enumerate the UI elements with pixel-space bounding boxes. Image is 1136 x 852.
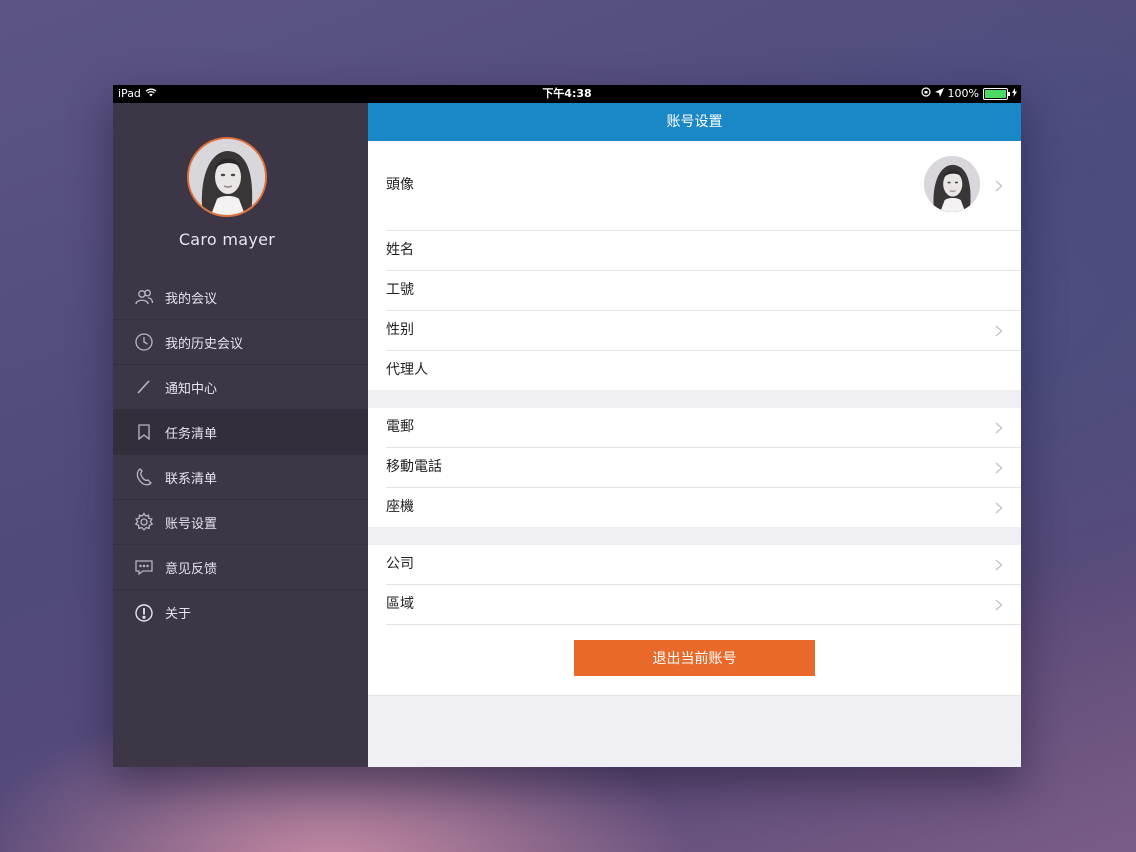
settings-section-profile: 頭像 姓名 工號 性别 代理人 bbox=[368, 141, 1021, 390]
chevron-right-icon bbox=[995, 421, 1003, 434]
battery-fill bbox=[985, 90, 1006, 98]
sidebar-item-label: 关于 bbox=[165, 607, 192, 622]
chevron-right-icon bbox=[995, 501, 1003, 514]
info-icon bbox=[134, 603, 154, 623]
sidebar-item-label: 联系清单 bbox=[165, 471, 218, 487]
row-email[interactable]: 電郵 bbox=[386, 408, 1021, 448]
row-label: 公司 bbox=[386, 556, 414, 572]
logout-area: 退出当前账号 bbox=[368, 625, 1021, 696]
chevron-right-icon bbox=[995, 461, 1003, 474]
sidebar-item-contacts[interactable]: 联系清单 bbox=[113, 455, 368, 500]
main-panel: 账号设置 頭像 姓名 工號 性别 代理人 電郵 移動電話 座機 公司 區域 退出… bbox=[368, 103, 1021, 767]
row-label: 移動電話 bbox=[386, 459, 442, 475]
status-right: 100% bbox=[920, 85, 1017, 103]
row-name[interactable]: 姓名 bbox=[386, 231, 1021, 271]
sidebar-item-label: 意见反馈 bbox=[165, 561, 218, 577]
row-agent[interactable]: 代理人 bbox=[386, 351, 1021, 390]
sidebar-item-label: 我的历史会议 bbox=[165, 336, 244, 352]
sidebar-item-label: 我的会议 bbox=[165, 291, 218, 307]
wifi-icon bbox=[145, 85, 157, 103]
sidebar-item-notifications[interactable]: 通知中心 bbox=[113, 365, 368, 410]
page-title: 账号设置 bbox=[368, 103, 1021, 141]
phone-icon bbox=[134, 467, 154, 487]
sidebar: Caro mayer 我的会议 我的历史会议 通知中心 任务清单 联系清单 账号… bbox=[113, 103, 368, 767]
sidebar-item-history-meetings[interactable]: 我的历史会议 bbox=[113, 320, 368, 365]
row-label: 工號 bbox=[386, 282, 414, 298]
row-label: 區域 bbox=[386, 596, 414, 612]
charging-bolt-icon bbox=[1012, 85, 1017, 103]
row-landline[interactable]: 座機 bbox=[386, 488, 1021, 527]
sidebar-item-task-list[interactable]: 任务清单 bbox=[113, 410, 368, 455]
sidebar-item-label: 账号设置 bbox=[165, 516, 218, 532]
row-label: 電郵 bbox=[386, 419, 414, 435]
clock-icon bbox=[134, 332, 154, 352]
device-name: iPad bbox=[118, 87, 141, 100]
bookmark-icon bbox=[134, 422, 154, 442]
section-divider bbox=[368, 527, 1021, 545]
sidebar-item-about[interactable]: 关于 bbox=[113, 590, 368, 635]
row-label: 代理人 bbox=[386, 362, 428, 378]
sidebar-item-label: 任务清单 bbox=[165, 426, 218, 442]
sidebar-item-my-meetings[interactable]: 我的会议 bbox=[113, 275, 368, 320]
battery-icon bbox=[983, 88, 1010, 100]
row-label: 座機 bbox=[386, 499, 414, 515]
chevron-right-icon bbox=[995, 598, 1003, 611]
chevron-right-icon bbox=[995, 324, 1003, 337]
row-gender[interactable]: 性别 bbox=[386, 311, 1021, 351]
status-time: 下午4:38 bbox=[542, 87, 592, 100]
profile-avatar[interactable] bbox=[187, 137, 267, 217]
row-label: 姓名 bbox=[386, 242, 414, 258]
row-label: 性别 bbox=[386, 322, 414, 338]
section-divider bbox=[368, 390, 1021, 408]
logout-button[interactable]: 退出当前账号 bbox=[574, 640, 815, 676]
row-avatar-image bbox=[924, 156, 980, 212]
row-mobile-phone[interactable]: 移動電話 bbox=[386, 448, 1021, 488]
profile-username: Caro mayer bbox=[178, 230, 276, 249]
sidebar-nav: 我的会议 我的历史会议 通知中心 任务清单 联系清单 账号设置 意见反馈 关于 bbox=[113, 275, 368, 635]
row-employee-id[interactable]: 工號 bbox=[386, 271, 1021, 311]
row-label: 頭像 bbox=[386, 177, 414, 193]
row-region[interactable]: 區域 bbox=[386, 585, 1021, 625]
row-avatar[interactable]: 頭像 bbox=[386, 141, 1021, 231]
battery-percent: 100% bbox=[947, 87, 979, 100]
status-bar: iPad 下午4:38 100% bbox=[113, 85, 1021, 103]
pencil-icon bbox=[134, 377, 154, 397]
settings-section-contact: 電郵 移動電話 座機 bbox=[368, 408, 1021, 527]
chat-icon bbox=[134, 557, 154, 577]
location-arrow-icon bbox=[934, 85, 944, 103]
settings-section-company: 公司 區域 bbox=[368, 545, 1021, 625]
row-company[interactable]: 公司 bbox=[386, 545, 1021, 585]
chevron-right-icon bbox=[995, 179, 1003, 192]
status-left: iPad bbox=[118, 85, 157, 103]
people-icon bbox=[134, 287, 154, 307]
ipad-screen: iPad 下午4:38 100% Caro mayer 我的会议 我的历史会议 … bbox=[113, 85, 1021, 767]
sidebar-item-account-settings[interactable]: 账号设置 bbox=[113, 500, 368, 545]
gear-icon bbox=[134, 512, 154, 532]
sidebar-item-label: 通知中心 bbox=[165, 381, 218, 397]
sidebar-item-feedback[interactable]: 意见反馈 bbox=[113, 545, 368, 590]
chevron-right-icon bbox=[995, 558, 1003, 571]
rotation-lock-icon bbox=[920, 85, 931, 103]
